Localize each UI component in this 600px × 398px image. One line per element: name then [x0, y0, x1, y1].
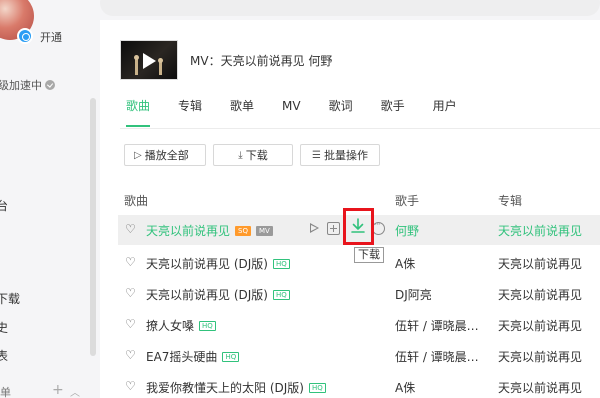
- chevron-up-icon[interactable]: ︿: [70, 384, 80, 398]
- play-icon[interactable]: [308, 222, 321, 235]
- sidebar: 开通 级加速中 台 下载 史 表 单 + ︿: [0, 0, 100, 398]
- play-icon: [143, 53, 156, 69]
- top-search-strip: [100, 0, 600, 20]
- sidebar-playlist-header: 单 + ︿: [0, 382, 96, 398]
- download-tooltip: 下载: [354, 247, 384, 263]
- tab-users[interactable]: 用户: [433, 98, 457, 130]
- batch-label: 批量操作: [323, 149, 368, 162]
- list-icon: ☰: [312, 149, 321, 161]
- tab-mv[interactable]: MV: [282, 98, 301, 130]
- heart-icon[interactable]: ♡: [125, 317, 136, 331]
- header-song: 歌曲: [124, 194, 149, 208]
- heart-icon[interactable]: ♡: [125, 255, 136, 269]
- download-icon[interactable]: [348, 216, 368, 236]
- song-title[interactable]: 天亮以前说再见 (DJ版): [146, 286, 268, 303]
- hq-badge: HQ: [199, 320, 216, 331]
- download-icon: ⤓: [238, 149, 243, 161]
- play-all-label: 播放全部: [144, 149, 189, 162]
- sq-badge: SQ: [235, 225, 251, 236]
- table-row[interactable]: ♡ 撩人女嗓 HQ 伍轩 / 谭晓晨… 天亮以前说再见: [118, 310, 600, 340]
- mv-figure: [134, 55, 139, 75]
- search-bar[interactable]: [100, 0, 600, 16]
- album-name[interactable]: 天亮以前说再见: [498, 379, 582, 396]
- hq-badge: HQ: [308, 382, 326, 393]
- singer-name[interactable]: 何野: [395, 222, 419, 239]
- album-name[interactable]: 天亮以前说再见: [498, 222, 582, 239]
- header-album: 专辑: [498, 194, 523, 208]
- song-title[interactable]: EA7摇头硬曲: [146, 348, 217, 365]
- check-icon: [45, 80, 55, 90]
- song-name[interactable]: 我爱你教懂天上的太阳 (DJ版) HQ: [146, 379, 326, 396]
- sidebar-item-list[interactable]: 表: [0, 347, 8, 364]
- table-row[interactable]: ♡ EA7摇头硬曲 HQ 伍轩 / 谭晓晨… 天亮以前说再见: [118, 341, 600, 371]
- mv-badge[interactable]: MV: [255, 225, 273, 236]
- song-title[interactable]: 天亮以前说再见 (DJ版): [146, 255, 268, 272]
- table-row[interactable]: ♡ 我爱你教懂天上的太阳 (DJ版) HQ A侏 天亮以前说再见: [118, 372, 600, 398]
- mv-thumbnail[interactable]: [120, 40, 178, 80]
- mv-card[interactable]: MV：天亮以前说再见 何野: [120, 38, 600, 82]
- singer-name[interactable]: 伍轩 / 谭晓晨…: [395, 317, 479, 334]
- download-button[interactable]: ⤓ 下载: [213, 144, 293, 166]
- open-vip-link[interactable]: 开通: [40, 29, 62, 45]
- song-name[interactable]: 撩人女嗓 HQ: [146, 317, 216, 334]
- tab-lyrics[interactable]: 歌词: [329, 98, 353, 130]
- mv-title[interactable]: MV：天亮以前说再见 何野: [190, 52, 332, 69]
- hq-badge: HQ: [272, 258, 290, 269]
- singer-name[interactable]: 伍轩 / 谭晓晨…: [395, 348, 479, 365]
- heart-icon[interactable]: ♡: [125, 379, 136, 393]
- play-all-button[interactable]: ▷ 播放全部: [124, 144, 206, 166]
- accel-label: 级加速中: [0, 79, 42, 92]
- sidebar-playlist-label: 单: [0, 386, 11, 398]
- song-name[interactable]: 天亮以前说再见 (DJ版) HQ: [146, 286, 290, 303]
- add-icon[interactable]: [327, 222, 340, 235]
- heart-icon[interactable]: ♡: [125, 286, 136, 300]
- table-header: 歌曲 歌手 专辑: [124, 192, 600, 208]
- singer-name[interactable]: A侏: [395, 379, 415, 396]
- album-name[interactable]: 天亮以前说再见: [498, 286, 582, 303]
- album-name[interactable]: 天亮以前说再见: [498, 317, 582, 334]
- song-title[interactable]: 撩人女嗓: [146, 317, 194, 334]
- singer-name[interactable]: DJ阿亮: [395, 286, 432, 303]
- add-playlist-icon[interactable]: +: [52, 382, 64, 398]
- mv-figure: [158, 58, 163, 75]
- heart-icon[interactable]: ♡: [125, 222, 136, 236]
- song-title[interactable]: 我爱你教懂天上的太阳 (DJ版): [146, 379, 304, 396]
- album-name[interactable]: 天亮以前说再见: [498, 255, 582, 272]
- tab-albums[interactable]: 专辑: [178, 98, 202, 130]
- tab-singers[interactable]: 歌手: [381, 98, 405, 130]
- tab-playlists[interactable]: 歌单: [230, 98, 254, 130]
- batch-operation-button[interactable]: ☰ 批量操作: [300, 144, 380, 166]
- main-panel: MV：天亮以前说再见 何野 歌曲 专辑 歌单 MV 歌词 歌手 用户 ▷ 播放全…: [100, 0, 600, 398]
- tab-songs[interactable]: 歌曲: [126, 98, 151, 130]
- play-icon: ▷: [134, 149, 142, 161]
- tabs-divider: [120, 128, 600, 129]
- song-name[interactable]: 天亮以前说再见 (DJ版) HQ: [146, 255, 290, 272]
- sidebar-item-history[interactable]: 史: [0, 319, 8, 336]
- sidebar-item-download[interactable]: 下载: [0, 290, 20, 307]
- singer-name[interactable]: A侏: [395, 255, 415, 272]
- heart-icon[interactable]: ♡: [125, 348, 136, 362]
- sidebar-scrollbar[interactable]: [90, 98, 96, 356]
- accel-status: 级加速中: [0, 77, 55, 93]
- album-name[interactable]: 天亮以前说再见: [498, 348, 582, 365]
- hq-badge: HQ: [272, 289, 290, 300]
- vip-badge-icon: [17, 28, 33, 44]
- hq-badge: HQ: [222, 351, 240, 362]
- download-label: 下载: [245, 149, 268, 162]
- header-singer: 歌手: [395, 194, 420, 208]
- song-name[interactable]: 天亮以前说再见 SQ MV: [146, 222, 273, 239]
- toolbar: ▷ 播放全部 ⤓ 下载 ☰ 批量操作: [124, 144, 380, 166]
- sidebar-item-radio[interactable]: 台: [0, 197, 8, 214]
- song-title[interactable]: 天亮以前说再见: [146, 222, 230, 239]
- table-row[interactable]: ♡ 天亮以前说再见 (DJ版) HQ DJ阿亮 天亮以前说再见: [118, 279, 600, 309]
- song-name[interactable]: EA7摇头硬曲 HQ: [146, 348, 240, 365]
- search-tabs: 歌曲 专辑 歌单 MV 歌词 歌手 用户: [126, 98, 485, 130]
